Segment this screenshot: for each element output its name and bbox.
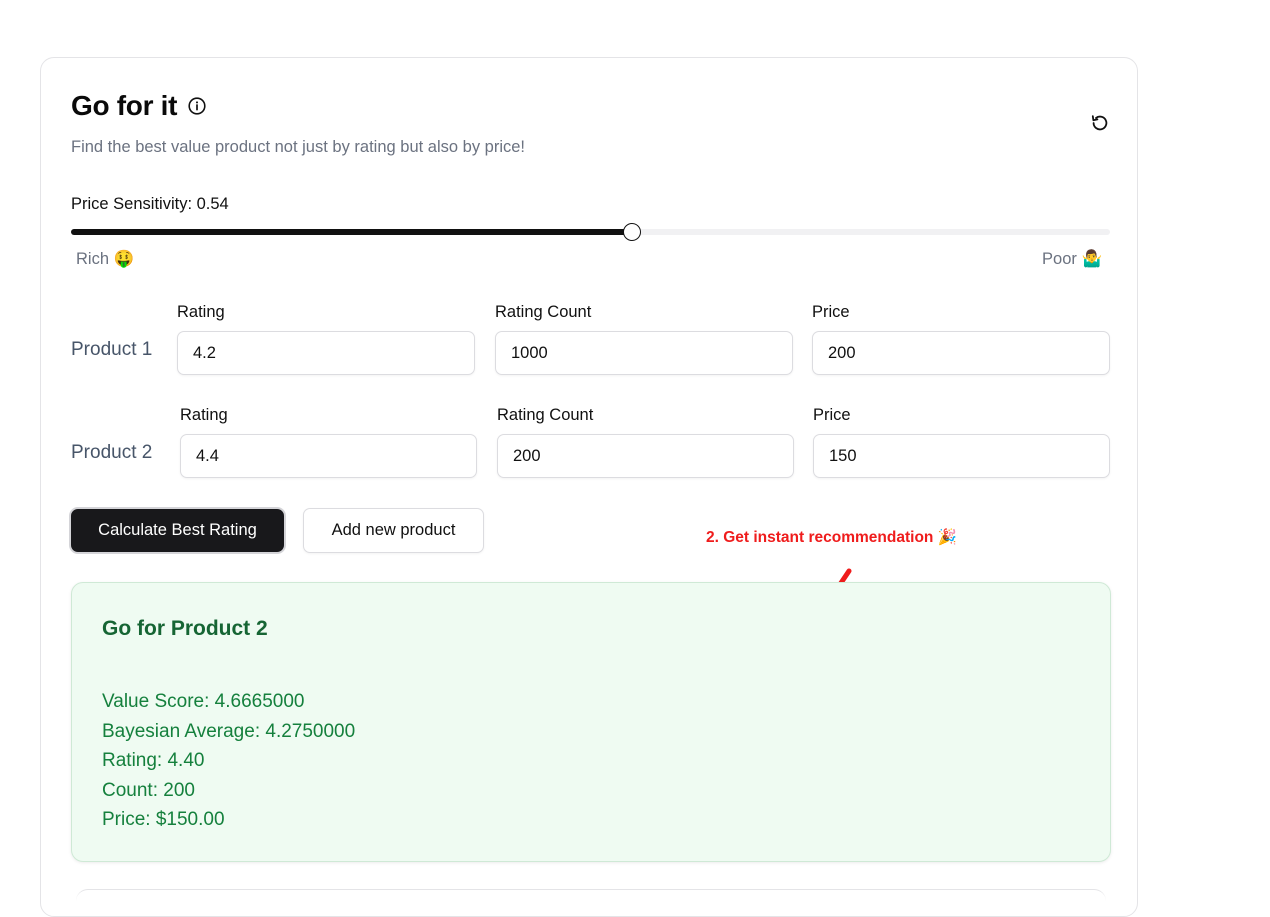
calculate-button[interactable]: Calculate Best Rating [71, 509, 284, 552]
rating-count-label: Rating Count [495, 303, 592, 321]
price-sensitivity-slider[interactable] [71, 223, 1110, 241]
rating-field: Rating [180, 406, 477, 478]
result-price: Price: $150.00 [102, 809, 225, 831]
price-sensitivity-label: Price Sensitivity: 0.54 [71, 195, 229, 213]
price-label: Price [813, 406, 851, 424]
rating-label: Rating [180, 406, 228, 424]
price-field: Price [812, 303, 1110, 375]
slider-fill [71, 229, 633, 235]
scale-min-label: Rich 🤑 [76, 250, 135, 268]
value-score: Value Score: 4.6665000 [102, 691, 305, 712]
info-icon[interactable] [188, 97, 206, 115]
rating-input[interactable] [180, 434, 477, 478]
rating-label: Rating [177, 303, 225, 321]
price-input[interactable] [812, 331, 1110, 375]
result-rating: Rating: 4.40 [102, 750, 205, 772]
product-name: Product 1 [71, 339, 153, 360]
reset-icon[interactable] [1090, 113, 1110, 133]
price-label: Price [812, 303, 850, 321]
next-card-edge [76, 889, 1106, 910]
rating-count-input[interactable] [497, 434, 794, 478]
rating-count-input[interactable] [495, 331, 793, 375]
result-title: Go for Product 2 [102, 617, 268, 640]
title-row: Go for it [71, 90, 206, 122]
rating-input[interactable] [177, 331, 475, 375]
price-input[interactable] [813, 434, 1110, 478]
rating-field: Rating [177, 303, 475, 375]
page-title: Go for it [71, 90, 178, 121]
subtitle: Find the best value product not just by … [71, 138, 526, 156]
rating-count-field: Rating Count [495, 303, 793, 375]
slider-thumb[interactable] [623, 223, 642, 241]
add-product-button[interactable]: Add new product [303, 508, 484, 553]
rating-count-field: Rating Count [497, 406, 794, 478]
price-field: Price [813, 406, 1110, 478]
rating-count-label: Rating Count [497, 406, 594, 424]
product-row: Product 2 Rating Rating Count Price [71, 406, 1111, 486]
result-count: Count: 200 [102, 779, 195, 801]
annotation-text: 2. Get instant recommendation 🎉 [706, 529, 957, 546]
product-row: Product 1 Rating Rating Count Price [71, 303, 1111, 383]
scale-max-label: Poor 🤷‍♂️ [1042, 250, 1102, 268]
product-name: Product 2 [71, 442, 153, 463]
recommendation-result: Go for Product 2 Value Score: 4.6665000 … [71, 582, 1111, 862]
calculator-card: Go for it Find the best value product no… [40, 57, 1138, 917]
bayesian-average: Bayesian Average: 4.2750000 [102, 720, 356, 742]
result-details: Value Score: 4.6665000 Bayesian Average:… [102, 687, 355, 835]
